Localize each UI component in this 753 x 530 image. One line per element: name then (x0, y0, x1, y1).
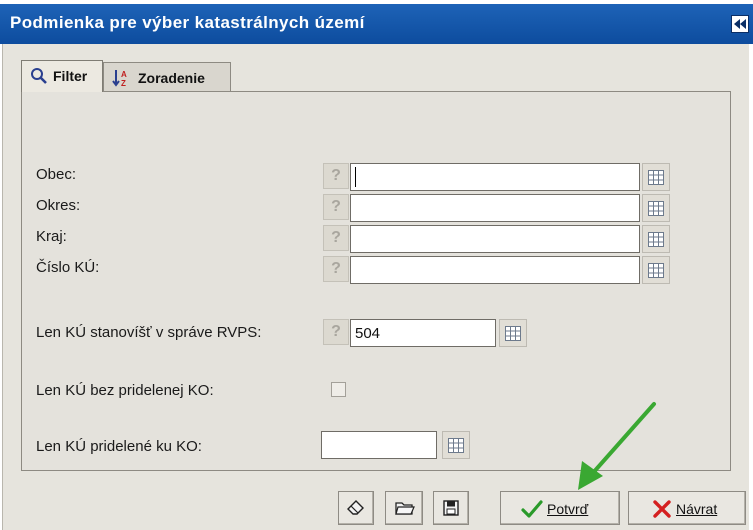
kraj-input[interactable] (350, 225, 640, 253)
tab-zoradenie-label: Zoradenie (138, 70, 205, 86)
sort-az-icon: AZ (112, 69, 132, 90)
ku-ko-picker-button[interactable] (442, 431, 470, 459)
question-icon: ? (331, 323, 341, 340)
cislo-ku-input[interactable] (350, 256, 640, 284)
obec-input[interactable] (350, 163, 640, 191)
okres-label: Okres: (36, 197, 81, 214)
obec-label: Obec: (36, 166, 77, 183)
okres-input[interactable] (350, 194, 640, 222)
bez-ko-label: Len KÚ bez pridelenej KO: (36, 382, 214, 399)
kraj-label: Kraj: (36, 228, 67, 245)
title-bar: Podmienka pre výber katastrálnych území (0, 4, 753, 44)
cislo-ku-label: Číslo KÚ: (36, 259, 100, 276)
svg-text:A: A (121, 70, 127, 79)
clear-button[interactable] (338, 491, 374, 525)
question-icon: ? (331, 167, 341, 184)
obec-help-button[interactable]: ? (323, 163, 349, 189)
okres-picker-button[interactable] (642, 194, 670, 222)
svg-text:Z: Z (121, 79, 126, 87)
filter-tab-content: Obec: ? Okres: ? Kraj: ? Číslo KÚ: ? Len… (21, 91, 731, 471)
open-button[interactable] (385, 491, 423, 525)
rvps-input[interactable] (350, 319, 496, 347)
tab-zoradenie[interactable]: AZ Zoradenie (103, 62, 231, 92)
rvps-picker-button[interactable] (499, 319, 527, 347)
obec-picker-button[interactable] (642, 163, 670, 191)
rvps-help-button[interactable]: ? (323, 319, 349, 345)
tab-filter-label: Filter (53, 68, 88, 84)
bez-ko-checkbox[interactable] (331, 382, 346, 397)
window-title: Podmienka pre výber katastrálnych území (10, 13, 365, 32)
confirm-label: Potvrď (547, 501, 589, 517)
back-label: Návrat (676, 501, 718, 517)
question-icon: ? (331, 198, 341, 215)
tab-filter[interactable]: Filter (21, 60, 103, 92)
confirm-button[interactable]: Potvrď (500, 491, 620, 525)
okres-help-button[interactable]: ? (323, 194, 349, 220)
ku-ko-label: Len KÚ pridelené ku KO: (36, 438, 202, 455)
collapse-icon[interactable] (731, 15, 749, 33)
kraj-picker-button[interactable] (642, 225, 670, 253)
question-icon: ? (331, 260, 341, 277)
dialog-panel: Filter AZ Zoradenie Obec: ? Okres: ? Kra… (2, 44, 749, 530)
kraj-help-button[interactable]: ? (323, 225, 349, 251)
dialog-window: Podmienka pre výber katastrálnych území … (0, 0, 753, 530)
cislo-ku-help-button[interactable]: ? (323, 256, 349, 282)
text-cursor (355, 167, 356, 187)
back-button[interactable]: Návrat (628, 491, 746, 525)
cislo-ku-picker-button[interactable] (642, 256, 670, 284)
ku-ko-input[interactable] (321, 431, 437, 459)
magnifier-icon (30, 67, 48, 88)
rvps-label: Len KÚ stanovíšť v správe RVPS: (36, 324, 262, 341)
save-button[interactable] (433, 491, 469, 525)
question-icon: ? (331, 229, 341, 246)
